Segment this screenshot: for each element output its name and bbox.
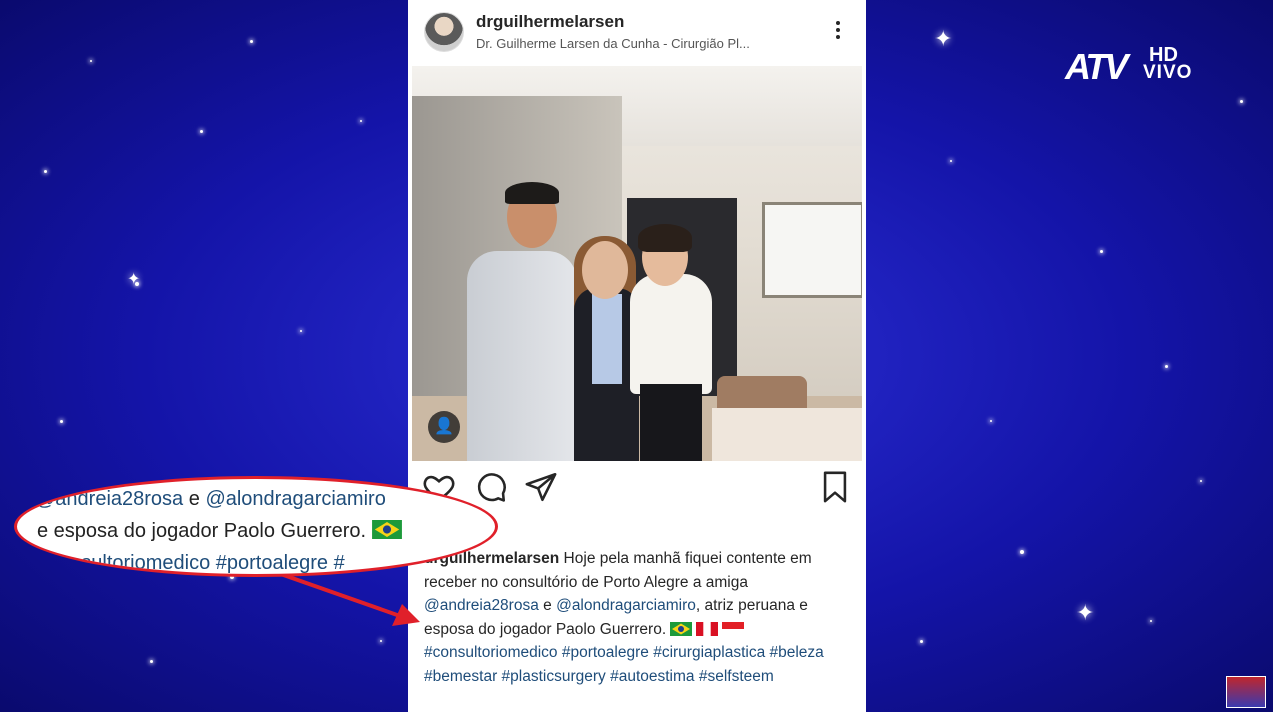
post-actions [408, 470, 866, 510]
user-tag-icon[interactable]: 👤 [428, 411, 460, 443]
instagram-post: drguilhermelarsen Dr. Guilherme Larsen d… [408, 0, 866, 712]
caption-text-2: e [538, 597, 557, 614]
post-username[interactable]: drguilhermelarsen [476, 12, 624, 32]
zoom-brazil-flag-icon [371, 520, 402, 539]
share-icon[interactable] [524, 470, 558, 504]
peru-flag-icon [696, 621, 719, 636]
caption-hashtags[interactable]: #consultoriomedico #portoalegre #cirurgi… [424, 644, 824, 685]
mention-andreia[interactable]: @andreia28rosa [424, 597, 539, 614]
indonesia-flag-icon [722, 621, 745, 636]
zoom-line-3: onsultoriomedico #portoalegre # [59, 552, 345, 574]
zoom-callout: @andreia28rosa e @alondragarciamiro e es… [14, 476, 498, 577]
post-caption: drguilhermelarsen Hoje pela manhã fiquei… [424, 547, 854, 688]
logo-brand: ATV [1065, 46, 1128, 87]
post-photo[interactable]: 👤 [412, 66, 862, 461]
zoom-line-2: e esposa do jogador Paolo Guerrero. [37, 520, 367, 542]
bookmark-icon[interactable] [818, 470, 852, 504]
brazil-flag-icon [670, 621, 693, 636]
avatar[interactable] [424, 12, 464, 52]
post-fullname: Dr. Guilherme Larsen da Cunha - Cirurgiã… [476, 36, 750, 51]
corner-badge-logo [1226, 676, 1266, 708]
channel-logo: ATV HD VIVO [1065, 44, 1205, 87]
zoom-mention-andreia: @andreia28rosa [35, 488, 184, 510]
post-header: drguilhermelarsen Dr. Guilherme Larsen d… [408, 0, 866, 64]
logo-vivo: VIVO [1143, 62, 1193, 83]
zoom-mention-alondra: @alondragarciamiro [205, 488, 386, 510]
mention-alondra[interactable]: @alondragarciamiro [556, 597, 696, 614]
more-options-icon[interactable] [832, 18, 844, 46]
zoom-text-e: e [183, 488, 206, 510]
comment-icon[interactable] [474, 470, 508, 504]
